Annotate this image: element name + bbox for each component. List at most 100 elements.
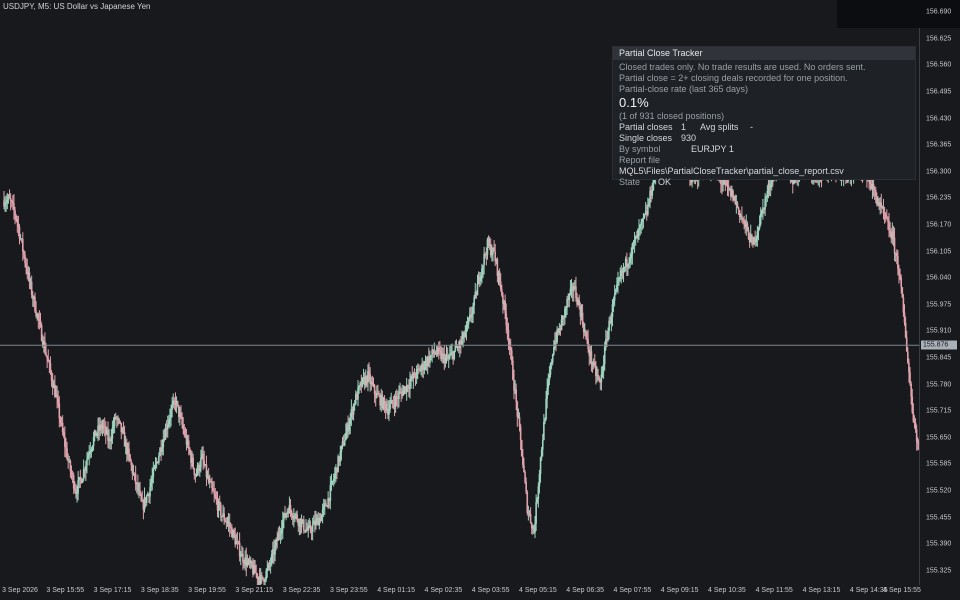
candle-bear — [187, 440, 190, 449]
candle-bull — [640, 221, 643, 226]
candle-bear — [215, 496, 218, 501]
candle-bear — [134, 473, 137, 484]
candle-bull — [294, 514, 296, 518]
candle-bull — [315, 519, 317, 526]
candle-bull — [76, 493, 78, 495]
candle-bear — [192, 457, 194, 469]
candle-bear — [296, 514, 298, 521]
report-file-value: MQL5\Files\PartialCloseTracker\partial_c… — [619, 166, 844, 176]
single-closes-label: Single closes — [619, 133, 673, 143]
candle-bear — [16, 218, 19, 224]
candle-bear — [406, 385, 409, 389]
report-file-label: Report file — [619, 155, 661, 165]
time-tick-label: 4 Sep 06:35 — [566, 587, 605, 594]
partial-closes-label: Partial closes — [619, 122, 673, 132]
candle-bear — [131, 464, 134, 474]
candle-bull — [548, 374, 551, 381]
candle-bear — [224, 520, 227, 522]
candle-bear — [910, 383, 912, 397]
candle-bear — [892, 231, 895, 238]
candle-bear — [915, 429, 918, 442]
candle-bear — [895, 252, 898, 256]
price-tick-label: 155.845 — [926, 354, 952, 362]
candle-bull — [5, 202, 8, 205]
candle-bull — [285, 513, 287, 518]
candle-bull — [281, 520, 284, 530]
candle-bull — [389, 403, 391, 410]
candle-bull — [293, 517, 295, 519]
candle-bear — [898, 268, 900, 275]
candle-bear — [909, 372, 911, 384]
candle-bear — [289, 504, 292, 511]
partial-closes-row: Partial closes 1 Avg splits - — [619, 122, 909, 133]
time-tick-label: 3 Sep 22:35 — [282, 587, 321, 594]
candle-bear — [520, 440, 523, 457]
time-tick-label: 4 Sep 05:15 — [519, 587, 557, 594]
partial-close-tracker-panel: Partial Close Tracker Closed trades only… — [612, 46, 916, 187]
candle-bear — [904, 322, 907, 338]
candle-bear — [899, 274, 901, 278]
candle-bull — [623, 267, 626, 268]
candle-bull — [766, 191, 769, 197]
candle-bear — [12, 202, 14, 204]
candle-bull — [152, 468, 155, 478]
candle-bull — [153, 466, 156, 469]
candle-bull — [569, 288, 572, 294]
state-value: OK — [658, 177, 672, 187]
candle-bull — [461, 339, 463, 345]
candle-bear — [129, 454, 131, 462]
candle-bear — [586, 336, 588, 340]
candle-bull — [199, 467, 201, 472]
candle-bull — [388, 409, 390, 415]
candle-bear — [395, 396, 398, 398]
price-axis[interactable]: 156.690 156.625 156.560 156.495 156.430 156.3… — [920, 0, 960, 585]
candle-bull — [361, 377, 364, 387]
candle-bull — [465, 325, 468, 333]
candle-bear — [746, 223, 749, 230]
candle-bear — [505, 312, 508, 326]
candle-bear — [598, 377, 600, 380]
candle-bear — [220, 504, 222, 517]
candle-bull — [466, 323, 469, 326]
candle-bear — [14, 210, 16, 216]
single-closes-row: Single closes 930 — [619, 133, 909, 144]
candle-bear — [893, 237, 896, 254]
candle-bear — [575, 286, 577, 298]
price-tick-label: 155.910 — [926, 327, 952, 335]
state-label: State — [619, 177, 641, 187]
current-price-tag: 155.876 — [921, 340, 957, 350]
time-tick-label: 4 Sep 09:15 — [660, 587, 699, 594]
candle-bear — [237, 541, 240, 543]
candle-bear — [578, 300, 581, 307]
candle-bear — [70, 471, 73, 475]
candle-bear — [897, 255, 899, 269]
candle-bull — [758, 224, 761, 229]
candle-bull — [333, 473, 336, 479]
time-axis[interactable]: 3 Sep 2026 3 Sep 15:55 3 Sep 17:15 3 Sep 18… — [0, 585, 921, 600]
candle-bear — [907, 351, 909, 363]
candle-bull — [631, 243, 634, 255]
state-row: State OK — [619, 177, 909, 188]
price-chart[interactable]: USDJPY, M5: US Dollar vs Japanese Yen 15… — [0, 0, 960, 600]
price-tick-label: 156.495 — [926, 88, 952, 96]
candle-bull — [329, 485, 332, 502]
candle-bear — [516, 401, 519, 417]
candle-bull — [612, 300, 615, 305]
candle-bull — [757, 228, 760, 232]
candle-bear — [39, 320, 42, 325]
candle-bull — [540, 449, 543, 458]
time-tick-label: 4 Sep 02:35 — [424, 587, 463, 594]
candle-bull — [168, 419, 170, 425]
candle-bull — [145, 495, 148, 503]
candle-bear — [137, 483, 139, 491]
candle-bull — [628, 262, 630, 264]
candle-bear — [905, 337, 908, 352]
candle-bull — [607, 330, 609, 341]
candle-bear — [582, 323, 585, 333]
price-tick-label: 155.715 — [926, 407, 952, 415]
candle-bear — [291, 515, 294, 519]
candle-bear — [128, 448, 130, 455]
candle-bear — [734, 196, 737, 204]
panel-title: Partial Close Tracker — [613, 47, 915, 60]
candle-bull — [572, 288, 575, 292]
